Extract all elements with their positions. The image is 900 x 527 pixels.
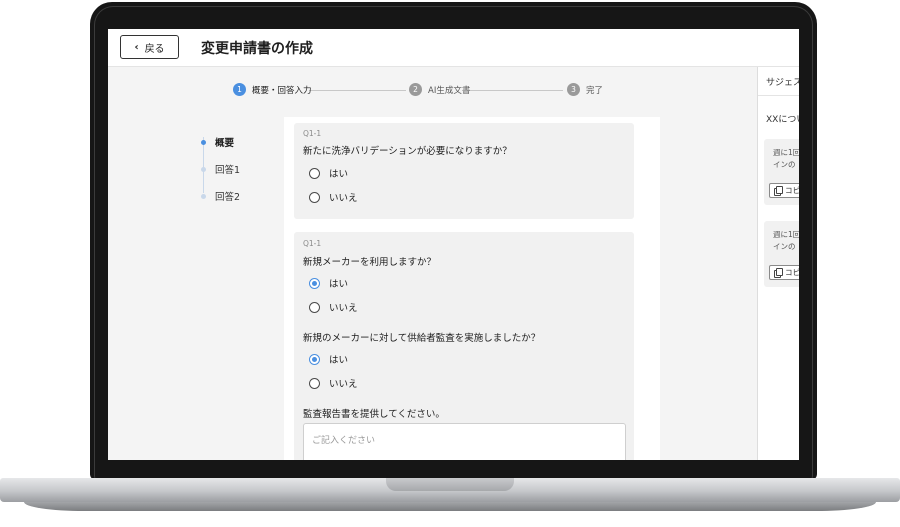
radio-option-yes[interactable]: はい [309,352,348,366]
divider [758,95,799,96]
question-text: 監査報告書を提供してください。 [303,409,445,420]
suggestion-panel: サジェス XXについ 週に1回 インの コピ 週に1回 インの コピ [757,67,799,460]
form-column: Q1-1 新たに洗浄バリデーションが必要になりますか？ はい いいえ Q1-1 … [284,117,660,460]
suggestion-subtitle: XXについ [766,115,799,125]
question-id: Q1-1 [303,129,322,138]
radio-label: いいえ [329,193,358,204]
copy-icon [774,186,783,196]
question-text: 新規メーカーを利用しますか？ [303,257,437,268]
question-card: Q1-1 新たに洗浄バリデーションが必要になりますか？ はい いいえ [294,123,634,219]
radio-label: はい [329,169,349,180]
step-connector [467,90,563,91]
suggestion-card: 週に1回 インの コピ [764,139,799,205]
radio-label: いいえ [329,379,358,390]
suggestion-title: サジェス [766,78,799,88]
question-text: 新規のメーカーに対して供給者監査を実施しましたか？ [303,333,541,344]
laptop-notch [386,478,514,491]
step-label: AI生成文書 [428,85,471,96]
step-number: 2 [409,83,422,96]
page-title: 変更申請書の作成 [201,41,313,57]
suggestion-text: インの [773,160,796,169]
copy-button-label: コピ [785,268,799,277]
radio-option-no[interactable]: いいえ [309,300,358,314]
radio-option-yes[interactable]: はい [309,166,348,180]
back-button[interactable]: ‹ 戻る [120,35,179,59]
chevron-left-icon: ‹ [134,41,139,53]
copy-button[interactable]: コピ [769,183,799,198]
suggestion-card: 週に1回 インの コピ [764,221,799,287]
app-screen: ‹ 戻る 変更申請書の作成 1 概要・回答入力 2 AI生成文書 3 完了 概要… [108,29,799,460]
nav-item-label: 概要 [215,138,235,149]
section-nav: 概要 回答1 回答2 [201,131,281,211]
suggestion-text: インの [773,242,796,251]
step-label: 完了 [586,85,604,96]
report-textarea[interactable] [303,423,626,460]
step-label: 概要・回答入力 [252,85,312,96]
radio-label: はい [329,279,349,290]
step-1: 1 概要・回答入力 [233,83,312,96]
nav-item-answer-2[interactable]: 回答2 [201,189,240,203]
nav-item-overview[interactable]: 概要 [201,135,234,149]
radio-button[interactable] [309,167,320,179]
radio-button[interactable] [309,377,320,389]
step-number: 3 [567,83,580,96]
nav-item-label: 回答2 [215,192,241,203]
radio-button[interactable] [309,301,320,313]
progress-stepper: 1 概要・回答入力 2 AI生成文書 3 完了 [233,83,613,99]
question-card: Q1-1 新規メーカーを利用しますか？ はい いいえ 新規のメーカーに対して供給… [294,232,634,460]
nav-item-answer-1[interactable]: 回答1 [201,162,240,176]
nav-dot [201,166,206,172]
laptop-lid: ‹ 戻る 変更申請書の作成 1 概要・回答入力 2 AI生成文書 3 完了 概要… [90,2,817,480]
step-number: 1 [233,83,246,96]
radio-button[interactable] [309,353,320,365]
radio-option-no[interactable]: いいえ [309,376,358,390]
app-header: ‹ 戻る 変更申請書の作成 [108,29,799,67]
suggestion-text: 週に1回 [773,148,799,157]
suggestion-text: 週に1回 [773,230,799,239]
copy-icon [774,268,783,278]
question-text: 新たに洗浄バリデーションが必要になりますか？ [303,146,512,157]
copy-button-label: コピ [785,186,799,195]
radio-label: はい [329,355,349,366]
radio-label: いいえ [329,303,358,314]
nav-item-label: 回答1 [215,165,241,176]
question-id: Q1-1 [303,239,322,248]
radio-option-yes[interactable]: はい [309,276,348,290]
step-connector [309,90,406,91]
nav-dot [201,139,206,145]
nav-dot [201,193,206,199]
copy-button[interactable]: コピ [769,265,799,280]
radio-button[interactable] [309,191,320,203]
radio-option-no[interactable]: いいえ [309,190,358,204]
back-button-label: 戻る [144,43,165,55]
step-2: 2 AI生成文書 [409,83,470,96]
radio-button[interactable] [309,277,320,289]
step-3: 3 完了 [567,83,603,96]
laptop-base-bottom [24,502,876,511]
